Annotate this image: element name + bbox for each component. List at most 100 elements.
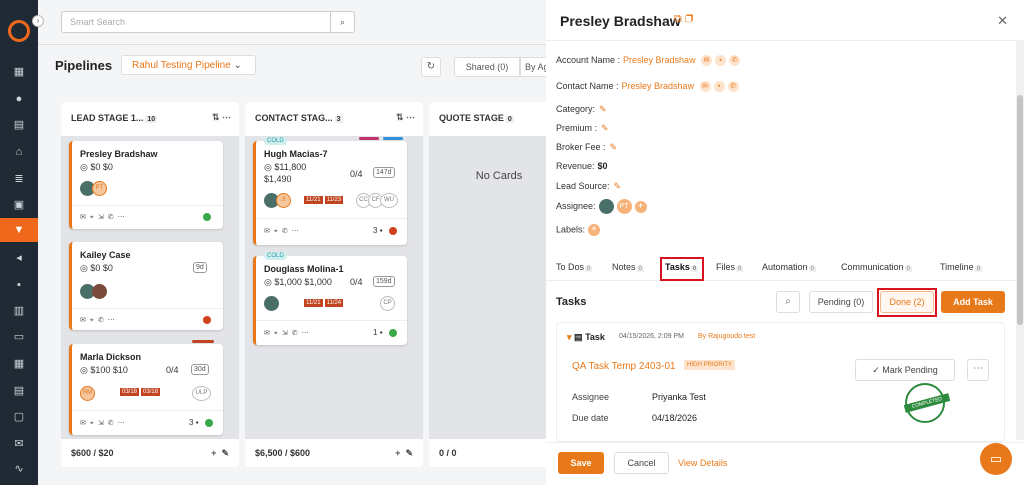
phone-icon[interactable]: ✆ [282,228,292,235]
account-name-link[interactable]: Presley Bradshaw [623,55,696,65]
id-card-icon[interactable]: ▣ [11,198,27,212]
tag-icon[interactable]: ⌖ [90,317,98,324]
edit-icon[interactable]: ✎ [221,448,229,458]
mail-icon[interactable]: ✉ [699,81,711,93]
task-name-link[interactable]: QA Task Temp 2403-01 [572,361,676,372]
shared-filter-button[interactable]: Shared (0) [454,57,520,77]
task-search-icon[interactable]: ⌕ [776,291,800,313]
chat-icon[interactable]: ▪ [713,81,725,93]
phone-icon[interactable]: ✆ [729,55,741,67]
tab-count: 0 [904,266,912,272]
mail-icon[interactable]: ✉ [11,437,27,451]
add-task-button[interactable]: Add Task [941,291,1005,313]
edit-icon[interactable]: ✎ [599,104,607,114]
phone-icon[interactable]: ✆ [108,214,118,221]
mail-icon[interactable]: ✉ [264,330,274,337]
phone-icon[interactable]: ✆ [98,317,108,324]
edit-icon[interactable]: ✎ [614,181,622,191]
tab-communication[interactable]: Communication 0 [841,262,912,272]
save-button[interactable]: Save [558,452,604,474]
contact-name-link[interactable]: Presley Bradshaw [622,81,695,91]
list-icon[interactable]: ≣ [11,172,27,186]
view-details-link[interactable]: View Details [678,458,727,468]
chat-support-icon[interactable]: ▭ [980,443,1012,475]
panel-scrollbar[interactable] [1016,40,1024,440]
reports-icon[interactable]: ▥ [11,304,27,318]
dashboard-icon[interactable]: ▦ [11,65,27,79]
add-icon[interactable]: + [395,448,400,458]
mark-pending-button[interactable]: ✓ Mark Pending [855,359,955,381]
calendar-icon[interactable]: ▢ [11,410,27,424]
share-icon[interactable]: ⇲ [98,420,108,427]
text-icon[interactable]: ▤ [11,384,27,398]
tab-notes[interactable]: Notes 0 [612,262,644,272]
more-icon[interactable]: ⋯ [222,112,231,122]
cancel-button[interactable]: Cancel [614,452,669,474]
tag-icon[interactable]: ⌖ [274,228,282,235]
edit-icon[interactable]: ✎ [601,123,609,133]
more-icon[interactable]: ⋯ [302,330,313,337]
tab-timeline[interactable]: Timeline 0 [940,262,983,272]
sort-icon[interactable]: ⇅ [396,112,404,122]
caret-icon[interactable]: ▾ [567,332,572,342]
phone-icon[interactable]: ✆ [292,330,302,337]
copy-icon[interactable]: ❐ [685,13,693,25]
more-icon[interactable]: ⋯ [292,228,303,235]
search-icon[interactable]: ⌕ [330,12,354,32]
edit-icon[interactable]: ✎ [405,448,413,458]
smart-search-input[interactable]: Smart Search ⌕ [61,11,355,33]
expand-sidebar-icon[interactable]: › [32,15,44,27]
tab-automation[interactable]: Automation 0 [762,262,816,272]
tag-icon[interactable]: ⌖ [274,330,282,337]
share-icon[interactable]: ⇲ [282,330,292,337]
more-icon[interactable]: ⋯ [118,420,129,427]
more-icon[interactable]: ⋯ [108,317,119,324]
sort-icon[interactable]: ⇅ [212,112,220,122]
phone-icon[interactable]: ✆ [727,81,739,93]
pipeline-card[interactable]: COLD Douglass Molina-1 ◎ $1,000 $1,000 0… [253,252,407,345]
app-logo-icon[interactable] [8,20,30,42]
chat-icon[interactable]: ▪ [715,55,727,67]
documents-icon[interactable]: ▤ [11,118,27,132]
mail-icon[interactable]: ✉ [264,228,274,235]
mail-icon[interactable]: ✉ [80,214,90,221]
pipeline-card[interactable]: Kailey Case ◎ $0 $0 9d ✉⌖✆⋯ [69,242,223,330]
tab-files[interactable]: Files 0 [716,262,744,272]
more-icon[interactable]: ⋯ [967,359,989,381]
more-icon[interactable]: ⋯ [406,112,415,122]
pipeline-card[interactable]: Presley Bradshaw ◎ $0 $0 PT ✉⌖⇲✆⋯ [69,141,223,229]
share-icon[interactable]: ⇲ [98,214,108,221]
folder-icon[interactable]: ▭ [11,330,27,344]
age-badge: 30d [191,364,209,375]
mail-icon[interactable]: ✉ [701,55,713,67]
mail-icon[interactable]: ✉ [80,317,90,324]
phone-icon[interactable]: ✆ [108,420,118,427]
signature-icon[interactable]: ∿ [11,462,27,476]
add-label-icon[interactable]: + [588,224,601,236]
pipeline-card[interactable]: Marla Dickson ◎ $100 $10 0/4 30d RM 03/1… [69,340,223,435]
institution-icon[interactable]: ⌂ [11,145,27,159]
more-icon[interactable]: ⋯ [118,214,129,221]
add-assignee-icon[interactable]: + [634,200,647,213]
tab-todos[interactable]: To Dos 0 [556,262,593,272]
add-icon[interactable]: + [211,448,216,458]
notes-icon[interactable]: ▪ [11,278,27,292]
pending-filter-button[interactable]: Pending (0) [809,291,873,313]
contacts-icon[interactable]: ● [11,92,27,106]
labels-field: Labels: + [556,224,601,236]
pipeline-card[interactable]: COLD Hugh Macias-7 ◎ $11,800 $1,490 0/4 … [253,137,407,245]
scrollbar-thumb[interactable] [1017,95,1023,325]
close-icon[interactable]: ✕ [997,13,1008,29]
tag-icon[interactable]: ⌖ [90,214,98,221]
column-footer: $600 / $20 + ✎ [61,439,239,467]
age-badge: 147d [373,167,395,178]
pipeline-filter-icon[interactable]: ▼ [0,218,38,242]
pipeline-select[interactable]: Rahul Testing Pipeline ⌄ [121,55,256,75]
mail-icon[interactable]: ✉ [80,420,90,427]
refresh-icon[interactable]: ↻ [421,57,441,77]
tag-icon[interactable]: ⌖ [90,420,98,427]
calculator-icon[interactable]: ▦ [11,357,27,371]
megaphone-icon[interactable]: ◂ [11,251,27,265]
edit-icon[interactable]: ✎ [610,142,618,152]
external-link-icon[interactable]: ⧉ [674,13,682,25]
